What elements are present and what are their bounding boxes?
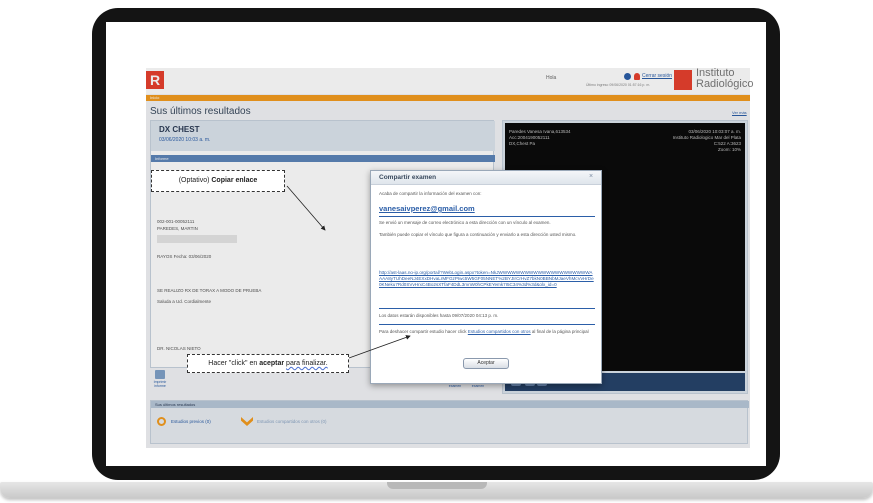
share-dialog: Compartir examen × Acaba de compartir la… [370,170,602,384]
accept-callout: Hacer "click" en aceptar para finalizar. [187,354,349,373]
divider [379,216,595,217]
callout-bold: Copiar enlace [211,177,258,184]
expiry-text: Los datos estarán disponibles hasta 09/0… [379,313,499,318]
accept-button[interactable]: Aceptar [463,358,509,369]
divider [379,324,595,325]
unshare-link[interactable]: Estudios compartidos con otros [468,329,531,334]
screen: R Hola Último ingreso 09/06/2020 01:57:1… [106,22,766,466]
copy-link-callout: (Optativo) Copiar enlace [151,170,285,192]
dialog-intro: Acaba de compartir la información del ex… [379,191,482,196]
dialog-header: Compartir examen × [371,171,601,185]
callout-post: para finalizar. [286,360,328,367]
app-window: R Hola Último ingreso 09/06/2020 01:57:1… [146,68,753,448]
dialog-title: Compartir examen [379,174,437,181]
callout-pre: Hacer "click" en [208,360,258,367]
sent-message: Se envió un mensaje de correo electrónic… [379,220,551,225]
callout-prefix: (Optativo) [178,177,210,184]
shared-email[interactable]: vanesaivperez@gmail.com [379,204,475,213]
callout-bold: aceptar [259,360,285,367]
unshare-post: al final de la página principal [531,329,589,334]
copy-instructions: También puede copiar el vínculo que figu… [379,232,577,237]
unshare-text: Para deshacer compartir estudio hacer cl… [379,329,595,335]
close-icon[interactable]: × [589,173,593,180]
laptop-notch [387,482,487,489]
divider [379,308,595,309]
unshare-pre: Para deshacer compartir estudio hacer cl… [379,329,467,334]
share-link[interactable]: http://ast-laas.no-ip.org/portal/?WebLog… [379,270,595,288]
